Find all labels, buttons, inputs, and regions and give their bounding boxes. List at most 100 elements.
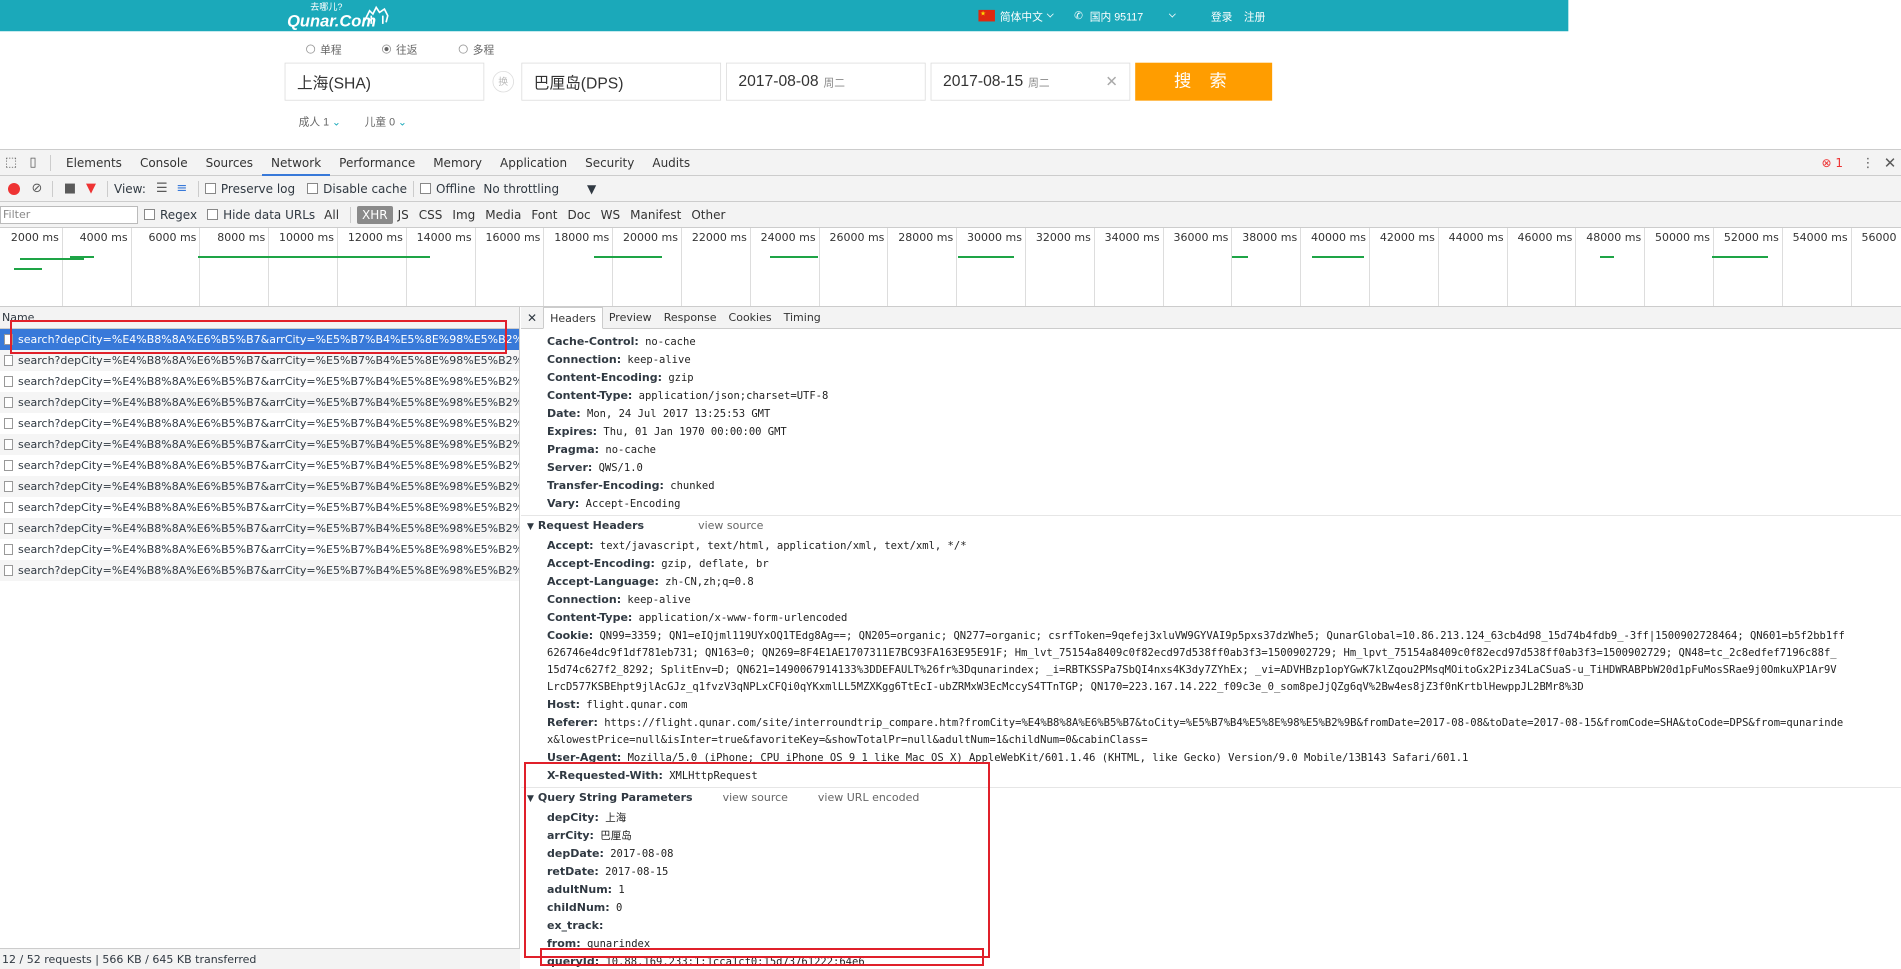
- xhr-file-icon: [4, 565, 13, 576]
- header-value: 626746e4dc9f1df781eb731; QN163=0; QN269=…: [547, 647, 1837, 659]
- radio-multi[interactable]: [458, 44, 468, 54]
- filter-type-css[interactable]: CSS: [414, 206, 448, 224]
- trip-roundtrip[interactable]: 往返: [381, 41, 417, 57]
- header-key: depDate:: [547, 847, 604, 860]
- screenshot-camera-icon[interactable]: ■: [59, 181, 81, 196]
- filter-type-all[interactable]: All: [319, 206, 344, 224]
- offline-checkbox[interactable]: [420, 183, 431, 194]
- chevron-down-icon: [1046, 10, 1054, 18]
- trip-oneway[interactable]: 单程: [306, 41, 342, 57]
- trip-multi[interactable]: 多程: [458, 41, 494, 57]
- tab-application[interactable]: Application: [491, 150, 576, 176]
- filter-type-media[interactable]: Media: [480, 206, 526, 224]
- network-timeline-overview[interactable]: 2000 ms 4000 ms 6000 ms 8000 ms 10000 ms 1200…: [0, 228, 1901, 307]
- query-params-title: Query String Parameters: [537, 791, 693, 804]
- hide-data-urls-checkbox[interactable]: [207, 209, 219, 220]
- tab-timing[interactable]: Timing: [778, 307, 827, 329]
- tab-preview[interactable]: Preview: [603, 307, 658, 329]
- filter-input[interactable]: Filter: [0, 205, 138, 224]
- qunar-logo[interactable]: 去哪儿? Qunar.Com: [287, 2, 389, 31]
- header-value: QN99=3359; QN1=eIQjml119UYxOQ1TEdg8Ag==;…: [599, 630, 1845, 642]
- timeline-tick: 42000 ms: [1370, 228, 1439, 306]
- request-row[interactable]: search?depCity=%E4%B8%8A%E6%B5%B7&arrCit…: [0, 497, 519, 518]
- throttling-select[interactable]: No throttling ▼: [483, 182, 596, 196]
- tab-network[interactable]: Network: [262, 150, 331, 176]
- header-value: 巴厘岛: [600, 830, 632, 842]
- phone-icon: ✆: [1074, 9, 1084, 22]
- devtools-panel: ⬚ ▯ Elements Console Sources Network Per…: [0, 149, 1901, 969]
- filter-type-other[interactable]: Other: [686, 206, 730, 224]
- list-header-name[interactable]: Name: [0, 307, 519, 329]
- inspect-element-icon[interactable]: ⬚: [0, 155, 22, 170]
- disable-cache-checkbox[interactable]: [307, 183, 319, 194]
- header-line: Pragma: no-cache: [521, 441, 1901, 459]
- filter-type-doc[interactable]: Doc: [562, 206, 595, 224]
- query-string-params-header[interactable]: ▼ Query String Parameters view source view …: [521, 787, 1901, 809]
- request-row[interactable]: search?depCity=%E4%B8%8A%E6%B5%B7&arrCit…: [0, 350, 519, 371]
- list-view-icon[interactable]: ☰: [152, 181, 172, 196]
- request-row[interactable]: search?depCity=%E4%B8%8A%E6%B5%B7&arrCit…: [0, 371, 519, 392]
- tab-console[interactable]: Console: [131, 150, 197, 176]
- request-row[interactable]: search?depCity=%E4%B8%8A%E6%B5%B7&arrCit…: [0, 476, 519, 497]
- device-toolbar-icon[interactable]: ▯: [22, 155, 44, 170]
- filter-type-img[interactable]: Img: [447, 206, 480, 224]
- request-row[interactable]: search?depCity=%E4%B8%8A%E6%B5%B7&arrCit…: [0, 413, 519, 434]
- close-devtools-icon[interactable]: ✕: [1879, 154, 1901, 172]
- timeline-tick: 20000 ms: [613, 228, 682, 306]
- child-count-select[interactable]: 儿童 0 ⌄: [365, 113, 407, 129]
- header-line: Connection: keep-alive: [521, 351, 1901, 369]
- radio-oneway[interactable]: [306, 44, 316, 54]
- adult-count-select[interactable]: 成人 1 ⌄: [299, 113, 341, 129]
- clear-icon[interactable]: ⊘: [28, 181, 46, 196]
- tab-elements[interactable]: Elements: [57, 150, 131, 176]
- tab-cookies[interactable]: Cookies: [723, 307, 778, 329]
- view-url-encoded-link[interactable]: view URL encoded: [818, 791, 919, 804]
- china-flag-icon: [978, 9, 995, 22]
- view-source-link[interactable]: view source: [698, 519, 763, 532]
- radio-roundtrip[interactable]: [381, 44, 392, 54]
- qsp-view-source-link[interactable]: view source: [723, 791, 788, 804]
- request-row[interactable]: search?depCity=%E4%B8%8A%E6%B5%B7&arrCit…: [0, 329, 519, 350]
- tab-performance[interactable]: Performance: [330, 150, 424, 176]
- more-options-icon[interactable]: ⋮: [1857, 156, 1879, 171]
- from-city-input[interactable]: 上海(SHA): [284, 62, 485, 101]
- depart-date-input[interactable]: 2017-08-08 周二: [726, 62, 926, 101]
- search-button[interactable]: 搜 索: [1135, 62, 1273, 101]
- request-row[interactable]: search?depCity=%E4%B8%8A%E6%B5%B7&arrCit…: [0, 434, 519, 455]
- more-dropdown[interactable]: [1165, 10, 1176, 18]
- filter-type-js[interactable]: JS: [393, 206, 414, 224]
- tab-response[interactable]: Response: [658, 307, 723, 329]
- error-counter[interactable]: ⊗ 1: [1821, 156, 1843, 170]
- timeline-tick: 40000 ms: [1301, 228, 1370, 306]
- return-date-input[interactable]: 2017-08-15 周二 ✕: [930, 62, 1131, 101]
- tab-memory[interactable]: Memory: [424, 150, 491, 176]
- preserve-log-checkbox[interactable]: [204, 183, 216, 194]
- filter-type-xhr[interactable]: XHR: [357, 205, 393, 224]
- phone-hotline[interactable]: ✆ 国内 95117: [1074, 8, 1143, 24]
- clear-date-icon[interactable]: ✕: [1105, 73, 1117, 90]
- language-select[interactable]: 简体中文: [978, 8, 1054, 24]
- filter-type-manifest[interactable]: Manifest: [625, 206, 686, 224]
- request-row[interactable]: search?depCity=%E4%B8%8A%E6%B5%B7&arrCit…: [0, 455, 519, 476]
- waterfall-view-icon[interactable]: ≡: [172, 181, 192, 196]
- filter-icon[interactable]: ▼: [81, 181, 101, 196]
- regex-checkbox[interactable]: [144, 209, 155, 220]
- request-row[interactable]: search?depCity=%E4%B8%8A%E6%B5%B7&arrCit…: [0, 392, 519, 413]
- record-icon[interactable]: [8, 182, 20, 195]
- request-row[interactable]: search?depCity=%E4%B8%8A%E6%B5%B7&arrCit…: [0, 539, 519, 560]
- timeline-request-bar: [26, 258, 84, 260]
- request-row[interactable]: search?depCity=%E4%B8%8A%E6%B5%B7&arrCit…: [0, 560, 519, 581]
- tab-security[interactable]: Security: [576, 150, 643, 176]
- swap-cities-button[interactable]: 换: [492, 70, 514, 93]
- login-link[interactable]: 登录: [1211, 8, 1232, 24]
- request-headers-header[interactable]: ▼ Request Headers view source: [521, 515, 1901, 537]
- tab-audits[interactable]: Audits: [643, 150, 699, 176]
- request-row[interactable]: search?depCity=%E4%B8%8A%E6%B5%B7&arrCit…: [0, 518, 519, 539]
- close-detail-icon[interactable]: ✕: [521, 311, 543, 325]
- tab-sources[interactable]: Sources: [197, 150, 262, 176]
- filter-type-font[interactable]: Font: [526, 206, 562, 224]
- tab-headers[interactable]: Headers: [543, 307, 603, 329]
- register-link[interactable]: 注册: [1244, 8, 1265, 24]
- filter-type-ws[interactable]: WS: [596, 206, 625, 224]
- to-city-input[interactable]: 巴厘岛(DPS): [521, 62, 722, 101]
